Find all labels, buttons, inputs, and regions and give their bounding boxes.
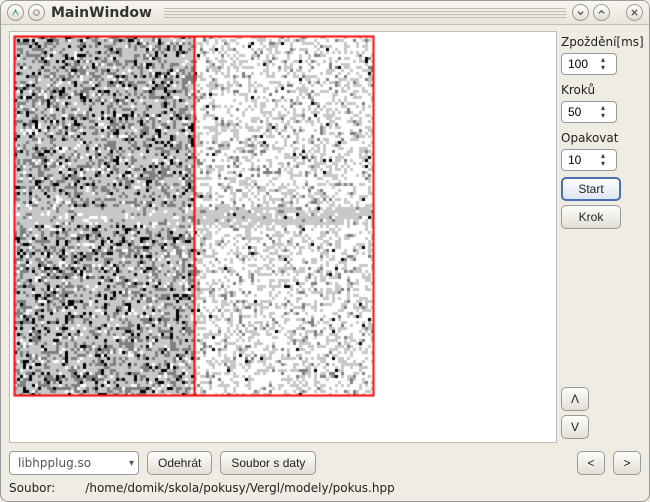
- status-bar: Soubor: /home/domik/skola/pokusy/Vergl/m…: [1, 479, 649, 501]
- repeat-input[interactable]: [568, 153, 598, 167]
- sticky-icon[interactable]: [28, 4, 45, 21]
- simulation-viewport: [9, 31, 557, 443]
- chevron-down-icon: ▾: [129, 458, 134, 469]
- app-menu-icon[interactable]: [7, 4, 24, 21]
- scroll-up-button[interactable]: Λ: [561, 387, 589, 411]
- plugin-combobox[interactable]: libhpplug.so ▾: [9, 451, 139, 475]
- main-row: Zpoždění[ms] ▴ ▾ Kroků ▴ ▾ Opako: [1, 25, 649, 445]
- plugin-value: libhpplug.so: [18, 456, 123, 470]
- datafile-button[interactable]: Soubor s daty: [220, 451, 316, 475]
- steps-spinbox[interactable]: ▴ ▾: [561, 101, 617, 123]
- status-path: /home/domik/skola/pokusy/Vergl/modely/po…: [85, 481, 394, 495]
- next-button[interactable]: >: [613, 451, 641, 475]
- side-panel: Zpoždění[ms] ▴ ▾ Kroků ▴ ▾ Opako: [557, 25, 649, 445]
- repeat-down-icon[interactable]: ▾: [598, 160, 608, 168]
- window-title: MainWindow: [51, 5, 152, 21]
- maximize-icon[interactable]: [593, 4, 610, 21]
- steps-label: Kroků: [561, 83, 641, 97]
- delay-label: Zpoždění[ms]: [561, 35, 641, 49]
- start-button[interactable]: Start: [561, 177, 621, 201]
- app-body: Zpoždění[ms] ▴ ▾ Kroků ▴ ▾ Opako: [1, 25, 649, 501]
- delay-spinbox[interactable]: ▴ ▾: [561, 53, 617, 75]
- steps-input[interactable]: [568, 105, 598, 119]
- main-window: MainWindow Zpoždění[ms]: [0, 0, 650, 502]
- close-icon[interactable]: [626, 4, 643, 21]
- titlebar: MainWindow: [1, 1, 649, 25]
- scroll-down-button[interactable]: V: [561, 415, 589, 439]
- play-button[interactable]: Odehrát: [147, 451, 212, 475]
- minimize-icon[interactable]: [572, 4, 589, 21]
- delay-down-icon[interactable]: ▾: [598, 64, 608, 72]
- step-button[interactable]: Krok: [561, 205, 621, 229]
- status-label: Soubor:: [9, 481, 55, 495]
- repeat-spinbox[interactable]: ▴ ▾: [561, 149, 617, 171]
- bottom-toolbar: libhpplug.so ▾ Odehrát Soubor s daty < >: [1, 445, 649, 479]
- prev-button[interactable]: <: [577, 451, 605, 475]
- titlebar-decoration: [164, 8, 566, 18]
- delay-input[interactable]: [568, 57, 598, 71]
- steps-down-icon[interactable]: ▾: [598, 112, 608, 120]
- repeat-label: Opakovat: [561, 131, 641, 145]
- simulation-canvas: [10, 32, 542, 442]
